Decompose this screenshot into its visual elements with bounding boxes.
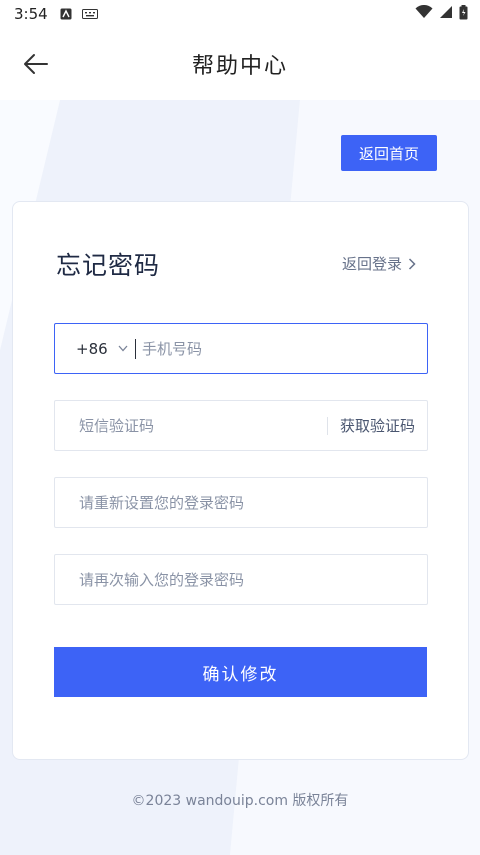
sms-code-field: 获取验证码 (54, 400, 428, 451)
new-password-input[interactable] (55, 478, 427, 527)
keyboard-icon (81, 8, 98, 20)
battery-icon (459, 4, 468, 24)
status-right (415, 4, 468, 24)
reset-password-card: 忘记密码 返回登录 +86 获取验证码 确认修改 (12, 201, 469, 760)
chevron-down-icon (118, 345, 128, 352)
confirm-password-input[interactable] (55, 555, 427, 604)
wifi-icon (415, 4, 433, 23)
back-button[interactable] (18, 46, 54, 82)
phone-input[interactable] (135, 338, 427, 359)
signal-icon (439, 5, 453, 23)
chevron-right-icon (408, 257, 416, 270)
page-title: 帮助中心 (191, 54, 288, 79)
back-to-login-link[interactable]: 返回登录 (342, 253, 416, 274)
copyright: ©2023 wandouip.com 版权所有 (131, 793, 349, 809)
country-code-select[interactable]: +86 (55, 324, 135, 373)
phone-field: +86 (54, 323, 428, 374)
country-code-value: +86 (76, 339, 108, 358)
back-to-home-button[interactable]: 返回首页 (341, 135, 437, 171)
app-notification-icon (60, 8, 72, 20)
header: 帮助中心 (0, 28, 480, 100)
screen: 3:54 帮助中心 返回首页 忘记密码 返回登录 +86 手机号码 短信验证码 … (0, 0, 480, 855)
form-title: 忘记密码 (56, 251, 161, 280)
back-to-login-label: 返回登录 (341, 255, 402, 273)
get-code-button[interactable]: 获取验证码 (328, 415, 427, 436)
new-password-field (54, 477, 428, 528)
confirm-password-field (54, 554, 428, 605)
status-bar: 3:54 (0, 0, 480, 28)
confirm-change-button[interactable]: 确认修改 (54, 647, 427, 697)
status-time: 3:54 (14, 5, 48, 23)
sms-code-input[interactable] (55, 401, 327, 450)
arrow-left-icon (24, 54, 48, 74)
